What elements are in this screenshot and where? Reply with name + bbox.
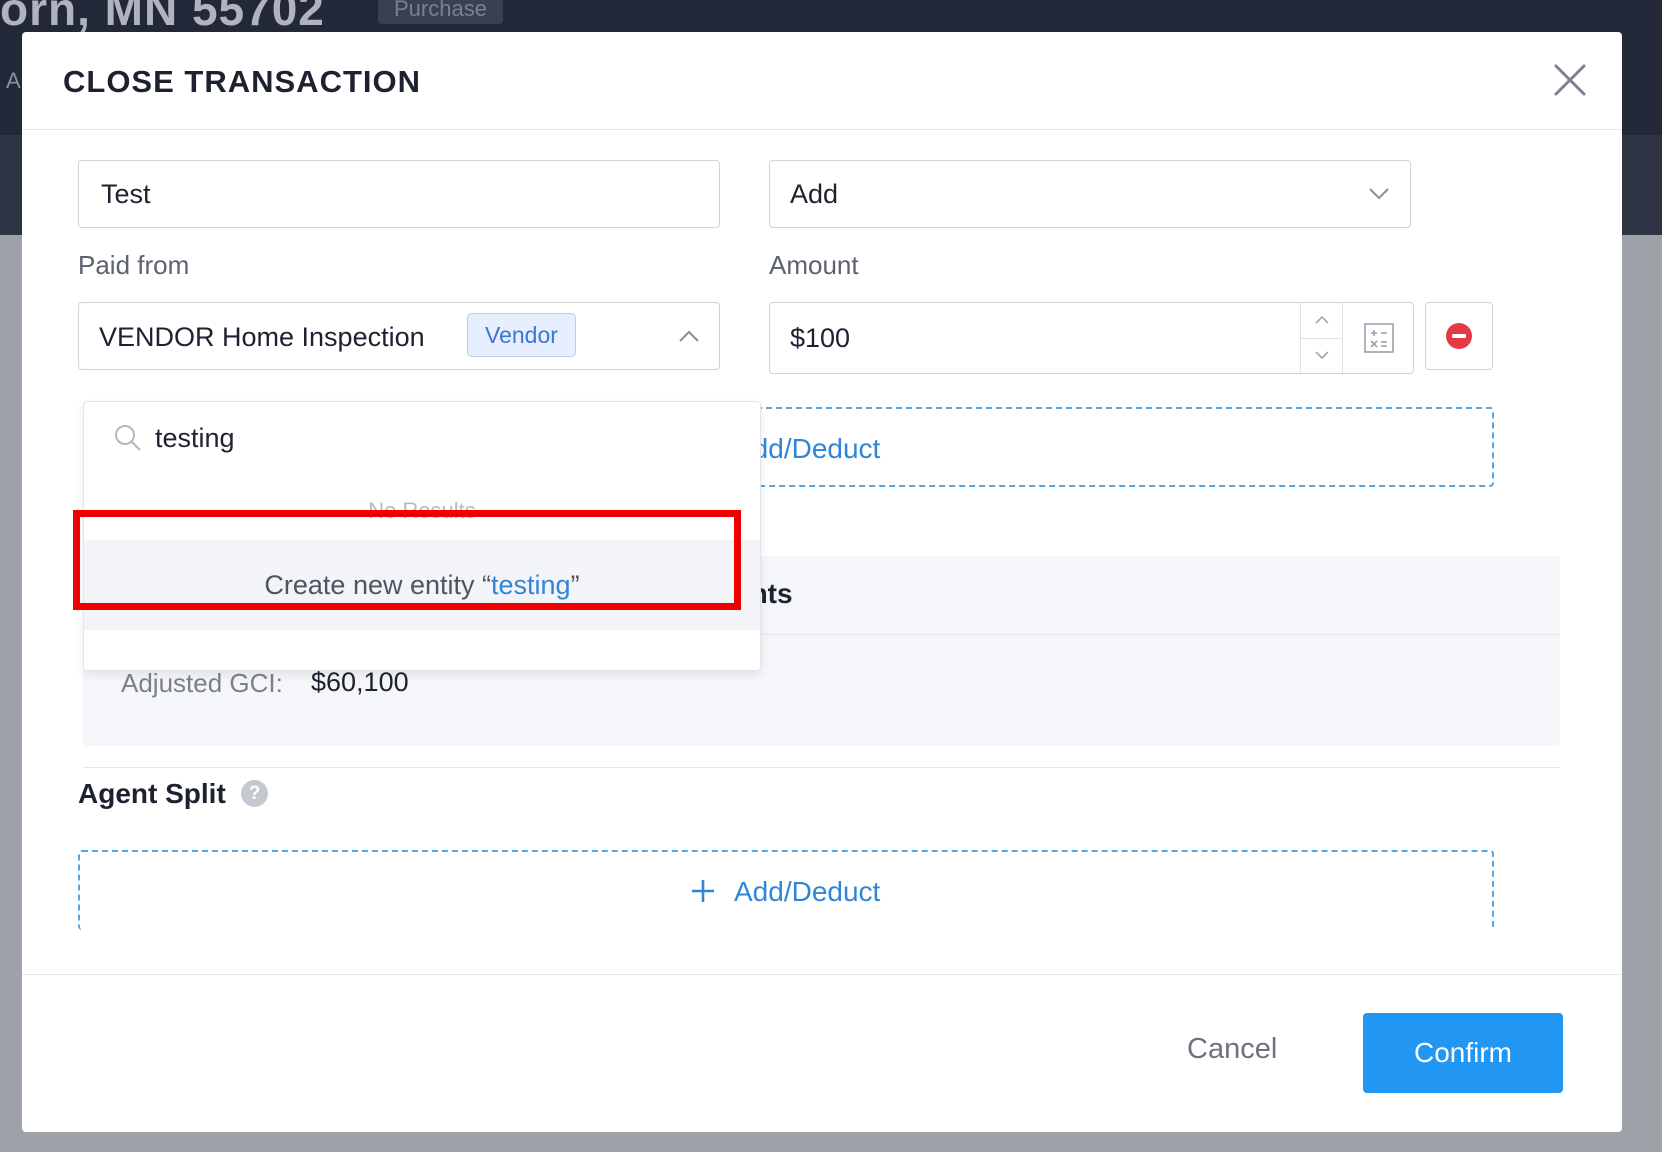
- create-option-prefix: Create new entity “: [264, 570, 491, 600]
- agent-split-title: Agent Split: [78, 778, 226, 810]
- paid-from-select[interactable]: VENDOR Home Inspection Vendor: [78, 302, 720, 370]
- section-divider: [83, 767, 1560, 768]
- stepper-down-button[interactable]: [1301, 338, 1343, 373]
- no-results-text: No Results: [84, 498, 760, 524]
- chevron-up-icon: [1315, 315, 1329, 324]
- paid-from-dropdown: testing No Results Create new entity “te…: [83, 401, 761, 671]
- adjusted-gci-value: $60,100: [311, 667, 409, 698]
- type-select-value: Add: [790, 179, 838, 210]
- chevron-down-icon: [1315, 351, 1329, 360]
- create-new-entity-option[interactable]: Create new entity “testing”: [84, 540, 760, 630]
- stepper-up-button[interactable]: [1301, 303, 1343, 339]
- vendor-tag: Vendor: [467, 313, 576, 357]
- amount-stepper[interactable]: [1300, 303, 1343, 373]
- transaction-type-badge: Purchase: [378, 0, 503, 24]
- create-option-suffix: ”: [571, 570, 580, 600]
- description-input-value: Test: [101, 179, 151, 210]
- amount-label: Amount: [769, 250, 859, 281]
- amount-input-value: $100: [790, 323, 850, 354]
- amount-input[interactable]: $100: [769, 302, 1414, 374]
- paid-from-label: Paid from: [78, 250, 189, 281]
- dropdown-search-input[interactable]: testing: [155, 423, 235, 454]
- confirm-button[interactable]: Confirm: [1363, 1013, 1563, 1093]
- calculator-button[interactable]: [1342, 303, 1414, 373]
- paid-from-value: VENDOR Home Inspection: [99, 322, 425, 353]
- agent-split-add-deduct-label: Add/Deduct: [734, 876, 880, 908]
- chevron-up-icon: [678, 329, 700, 343]
- help-icon[interactable]: ?: [241, 780, 268, 807]
- plus-icon: [690, 878, 716, 904]
- close-transaction-modal: CLOSE TRANSACTION Test Add Paid from Amo…: [22, 32, 1622, 1132]
- minus-circle-icon: [1445, 322, 1473, 350]
- create-option-query: testing: [491, 570, 571, 600]
- agent-split-add-deduct-button[interactable]: Add/Deduct: [78, 850, 1494, 930]
- search-icon: [113, 423, 143, 453]
- close-icon[interactable]: [1550, 60, 1590, 100]
- adjusted-gci-label: Adjusted GCI:: [121, 668, 283, 699]
- description-input[interactable]: Test: [78, 160, 720, 228]
- modal-footer: Cancel Confirm: [22, 974, 1622, 1132]
- cancel-button[interactable]: Cancel: [1187, 1033, 1277, 1066]
- calculator-icon: [1363, 322, 1395, 354]
- type-select[interactable]: Add: [769, 160, 1411, 228]
- background-text: A: [6, 68, 21, 94]
- modal-title: CLOSE TRANSACTION: [63, 64, 421, 100]
- property-address-title: orn, MN 55702: [0, 0, 325, 36]
- chevron-down-icon: [1368, 187, 1390, 201]
- remove-row-button[interactable]: [1425, 302, 1493, 370]
- modal-header: CLOSE TRANSACTION: [22, 32, 1622, 130]
